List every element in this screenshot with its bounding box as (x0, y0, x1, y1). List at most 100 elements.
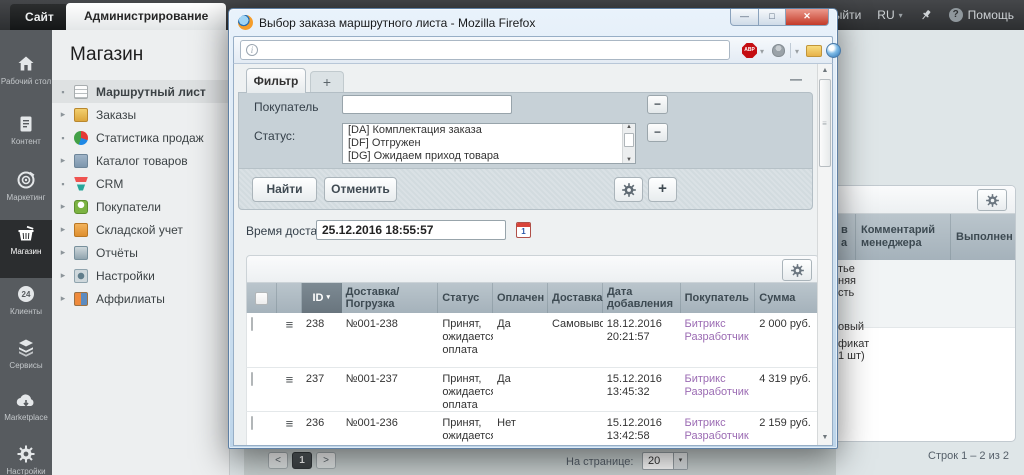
page-prev-button[interactable]: < (268, 452, 288, 469)
menu-item-buyers[interactable]: ▸ Покупатели (52, 195, 230, 218)
menu-marker: ▪ (52, 179, 74, 189)
menu-label: Складской учет (96, 223, 183, 237)
pin-icon[interactable] (919, 8, 933, 22)
chevron-down-icon[interactable]: ▾ (760, 47, 764, 56)
menu-item-catalog[interactable]: ▸ Каталог товаров (52, 149, 230, 172)
help-button[interactable]: ? Помощь (949, 8, 1014, 22)
column-header-sum[interactable]: Сумма (755, 283, 818, 313)
buyer-link[interactable]: Битрикс Разработчик (681, 412, 756, 446)
rail-item-clients[interactable]: 24 Клиенты (0, 280, 52, 332)
scrollbar-thumb[interactable] (624, 133, 634, 147)
expand-arrow-icon[interactable]: ▸ (52, 293, 74, 304)
rail-item-settings[interactable]: Настройки (0, 440, 52, 475)
window-titlebar[interactable]: Выбор заказа маршрутного листа - Mozilla… (229, 9, 837, 36)
column-header-buyer[interactable]: Покупатель (681, 283, 756, 313)
expand-arrow-icon[interactable]: ▸ (52, 224, 74, 235)
column-header-date-added[interactable]: Дата добавления (603, 283, 681, 313)
buyer-link[interactable]: Битрикс Разработчик (681, 313, 756, 367)
window-close-button[interactable]: ✕ (786, 9, 829, 26)
menu-item-sales-stats[interactable]: ▪ Статистика продаж (52, 126, 230, 149)
url-input[interactable]: i (240, 40, 730, 60)
window-minimize-button[interactable]: — (730, 9, 759, 26)
scroll-up-icon[interactable]: ▲ (623, 124, 635, 130)
column-header-done[interactable]: Выполнен (951, 214, 1014, 260)
remove-status-field-button[interactable]: − (647, 123, 668, 142)
row-checkbox[interactable] (251, 317, 253, 331)
buyer-link[interactable]: Битрикс Разработчик (681, 368, 756, 411)
menu-label: Настройки (96, 269, 155, 283)
chevron-down-icon[interactable]: ▾ (795, 47, 799, 56)
delivery-time-input[interactable] (316, 220, 506, 240)
info-icon[interactable]: i (246, 44, 258, 56)
collapse-filter-button[interactable]: — (790, 72, 802, 86)
scrollbar-thumb[interactable]: ≡ (819, 79, 831, 167)
rail-item-marketplace[interactable]: Marketplace (0, 388, 52, 438)
menu-item-crm[interactable]: ▪ CRM (52, 172, 230, 195)
expand-arrow-icon[interactable]: ▸ (52, 270, 74, 281)
rail-item-desktop[interactable]: Рабочий стол (0, 50, 52, 108)
filter-tab[interactable]: Фильтр (246, 68, 306, 93)
row-checkbox[interactable] (251, 416, 253, 430)
column-header-manager-comment[interactable]: Комментарий менеджера (856, 214, 951, 260)
expand-arrow-icon[interactable]: ▸ (52, 201, 74, 212)
column-header-delivery[interactable]: Доставка (548, 283, 603, 313)
rail-item-marketing[interactable]: Маркетинг (0, 166, 52, 218)
buyer-input[interactable] (342, 95, 512, 114)
menu-label: Каталог товаров (96, 154, 188, 168)
cancel-button[interactable]: Отменить (324, 177, 397, 202)
page-next-button[interactable]: > (316, 452, 336, 469)
per-page-select[interactable]: 20 ▾ (642, 452, 688, 470)
column-header-status[interactable]: Статус (438, 283, 493, 313)
menu-item-settings[interactable]: ▸ Настройки (52, 264, 230, 287)
rail-item-content[interactable]: Контент (0, 110, 52, 164)
screenshot-extension-icon[interactable] (826, 43, 841, 58)
listbox-scrollbar[interactable]: ▲ ▼ (622, 124, 635, 163)
remove-buyer-field-button[interactable]: − (647, 95, 668, 114)
grid-settings-button[interactable] (782, 259, 812, 281)
extension-icon[interactable] (806, 45, 822, 57)
add-filter-tab[interactable]: + (310, 71, 344, 93)
row-menu-icon[interactable]: ≡ (277, 313, 302, 367)
status-option[interactable]: [DF] Отгружен (343, 137, 635, 150)
page-current-button[interactable]: 1 (292, 452, 312, 469)
scroll-down-icon[interactable]: ▼ (623, 157, 635, 163)
select-all-checkbox[interactable] (255, 292, 268, 305)
menu-item-route-sheet[interactable]: ▪ Маршрутный лист (52, 80, 230, 103)
scroll-up-icon[interactable]: ▲ (818, 64, 832, 78)
language-selector[interactable]: RU ▾ (877, 8, 902, 22)
add-filter-field-button[interactable]: + (648, 177, 677, 202)
status-option[interactable]: [DA] Комплектация заказа (343, 124, 635, 137)
status-multiselect[interactable]: [DA] Комплектация заказа [DF] Отгружен [… (342, 123, 636, 164)
window-maximize-button[interactable]: □ (759, 9, 786, 26)
menu-item-orders[interactable]: ▸ Заказы (52, 103, 230, 126)
table-row[interactable]: ≡ 238 №001-238 Принят, ожидается оплата … (246, 313, 819, 368)
menu-item-warehouse[interactable]: ▸ Складской учет (52, 218, 230, 241)
row-checkbox[interactable] (251, 372, 253, 386)
adblock-icon[interactable]: ABP (742, 43, 757, 58)
calendar-icon[interactable]: 1 (516, 222, 531, 238)
rail-item-services[interactable]: Сервисы (0, 334, 52, 386)
column-header-paid[interactable]: Оплачен (493, 283, 548, 313)
firefox-popup-window: Выбор заказа маршрутного листа - Mozilla… (228, 8, 838, 449)
column-header-id[interactable]: ID ▾ (302, 283, 342, 313)
tab-admin[interactable]: Администрирование (66, 3, 226, 30)
status-option[interactable]: [DG] Ожидаем приход товара (343, 150, 635, 163)
row-menu-icon[interactable]: ≡ (277, 412, 302, 446)
grid-settings-button[interactable] (977, 189, 1007, 211)
scroll-down-icon[interactable]: ▼ (818, 431, 832, 445)
menu-item-reports[interactable]: ▸ Отчёты (52, 241, 230, 264)
row-menu-icon[interactable]: ≡ (277, 368, 302, 411)
expand-arrow-icon[interactable]: ▸ (52, 109, 74, 120)
column-header-shipment[interactable]: Доставка/Погрузка (342, 283, 439, 313)
find-button[interactable]: Найти (252, 177, 317, 202)
menu-item-affiliates[interactable]: ▸ Аффилиаты (52, 287, 230, 310)
filter-settings-button[interactable] (614, 177, 643, 202)
rail-item-shop[interactable]: Магазин (0, 220, 52, 278)
tab-site[interactable]: Сайт (10, 4, 69, 30)
table-row[interactable]: ≡ 237 №001-237 Принят, ожидается оплата … (246, 368, 819, 412)
firebug-icon[interactable] (772, 44, 785, 57)
expand-arrow-icon[interactable]: ▸ (52, 155, 74, 166)
expand-arrow-icon[interactable]: ▸ (52, 247, 74, 258)
table-row[interactable]: ≡ 236 №001-236 Принят, ожидается оплата … (246, 412, 819, 446)
viewport-scrollbar[interactable]: ▲ ≡ ▼ (817, 64, 832, 445)
